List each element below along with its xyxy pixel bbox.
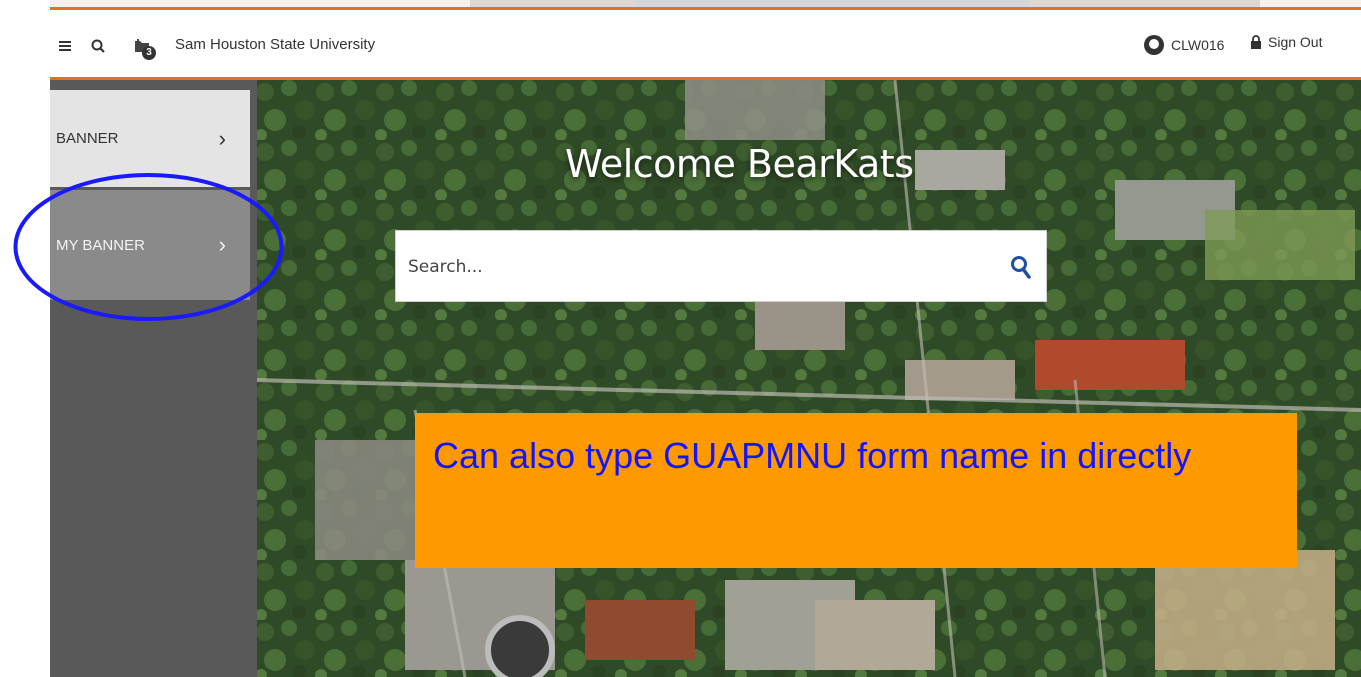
sidebar-item-label: MY BANNER [56, 236, 145, 254]
sidebar-item-label: BANNER [56, 130, 119, 147]
search-icon[interactable] [86, 34, 110, 58]
sign-out-label: Sign Out [1268, 34, 1323, 50]
app-header: 3 Sam Houston State University CLW016 Si… [50, 10, 1361, 80]
welcome-heading: Welcome BearKats [565, 142, 914, 186]
sign-out-button[interactable]: Sign Out [1250, 34, 1322, 50]
chevron-right-icon: › [218, 232, 226, 257]
search-submit-icon[interactable] [1010, 255, 1032, 284]
search-box [395, 230, 1047, 303]
username: CLW016 [1171, 37, 1225, 53]
instruction-callout: Can also type GUAPMNU form name in direc… [415, 413, 1297, 568]
main-content: BANNER › MY BANNER › Welcome BearKats Ca… [50, 80, 1361, 677]
institution-name: Sam Houston State University [175, 36, 376, 53]
banner-window: 3 Sam Houston State University CLW016 Si… [50, 0, 1361, 677]
callout-text: Can also type GUAPMNU form name in direc… [433, 435, 1192, 476]
top-accent-bar [50, 0, 1361, 10]
chevron-right-icon: › [218, 125, 226, 151]
sidebar-item-my-banner[interactable]: MY BANNER › [50, 190, 250, 300]
recent-count-badge: 3 [142, 46, 156, 60]
sidebar-item-banner[interactable]: BANNER › [50, 90, 250, 187]
user-icon [1144, 35, 1164, 55]
main-menu-sidebar: BANNER › MY BANNER › [50, 80, 257, 677]
menu-icon[interactable] [53, 34, 77, 58]
user-profile[interactable]: CLW016 [1143, 34, 1224, 56]
lock-icon [1251, 35, 1261, 49]
search-input[interactable] [396, 231, 990, 303]
recent-items-button[interactable]: 3 [130, 34, 156, 60]
